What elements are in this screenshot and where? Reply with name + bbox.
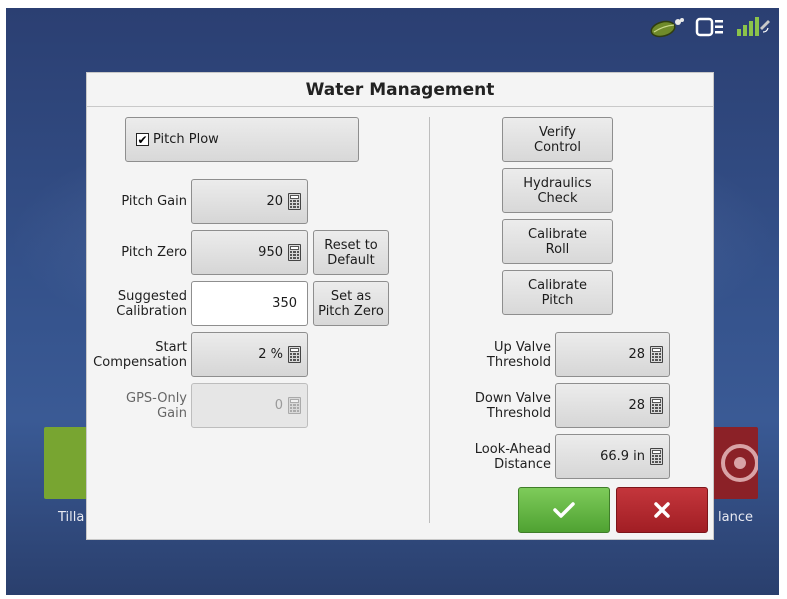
look-ahead-distance-label: Look-Ahead Distance [474, 442, 551, 472]
x-icon [654, 502, 670, 518]
hydraulics-check-button[interactable]: Hydraulics Check [502, 168, 613, 213]
pitch-plow-checkbox[interactable]: ✔ [136, 133, 149, 146]
start-compensation-value: 2 % [258, 347, 283, 362]
dialog-title: Water Management [87, 73, 713, 107]
down-valve-threshold-value: 28 [628, 398, 645, 413]
status-bar [649, 14, 771, 40]
cancel-button[interactable] [616, 487, 708, 533]
tillage-tile-label: Tilla [58, 510, 85, 525]
calculator-icon [288, 346, 301, 363]
water-management-dialog: Water Management ✔ Pitch Plow Pitch Gain… [86, 72, 714, 540]
reset-to-default-button[interactable]: Reset to Default [313, 230, 389, 275]
up-valve-threshold-label: Up Valve Threshold [486, 340, 551, 370]
calculator-icon [288, 397, 301, 414]
calibrate-pitch-button[interactable]: Calibrate Pitch [502, 270, 613, 315]
gps-only-gain-label: GPS-Only Gain [126, 391, 187, 421]
leaf-icon[interactable] [649, 16, 685, 38]
up-valve-threshold-value: 28 [628, 347, 645, 362]
calculator-icon [650, 397, 663, 414]
calculator-icon [288, 244, 301, 261]
column-divider [429, 117, 430, 523]
down-valve-threshold-label: Down Valve Threshold [474, 391, 551, 421]
guidance-tile[interactable] [710, 427, 759, 499]
pitch-zero-field[interactable]: 950 [191, 230, 308, 275]
tillage-tile[interactable] [44, 427, 90, 499]
calculator-icon [650, 346, 663, 363]
down-valve-threshold-field[interactable]: 28 [555, 383, 670, 428]
suggested-calibration-value: 350 [272, 296, 297, 311]
checkmark-icon [553, 502, 575, 518]
accept-button[interactable] [518, 487, 610, 533]
pitch-zero-label: Pitch Zero [121, 245, 187, 260]
suggested-calibration-label: Suggested Calibration [116, 289, 187, 319]
set-as-pitch-zero-button[interactable]: Set as Pitch Zero [313, 281, 389, 326]
up-valve-threshold-field[interactable]: 28 [555, 332, 670, 377]
gps-only-gain-value: 0 [274, 398, 283, 413]
start-compensation-field[interactable]: 2 % [191, 332, 308, 377]
pitch-zero-value: 950 [258, 245, 283, 260]
look-ahead-distance-field[interactable]: 66.9 in [555, 434, 670, 479]
suggested-calibration-field: 350 [191, 281, 308, 326]
gps-only-gain-field: 0 [191, 383, 308, 428]
look-ahead-distance-value: 66.9 in [600, 449, 645, 464]
gps-signal-icon[interactable] [735, 14, 771, 40]
pitch-gain-value: 20 [266, 194, 283, 209]
calibrate-roll-button[interactable]: Calibrate Roll [502, 219, 613, 264]
verify-control-button[interactable]: Verify Control [502, 117, 613, 162]
calculator-icon [288, 193, 301, 210]
start-compensation-label: Start Compensation [93, 340, 187, 370]
pitch-gain-label: Pitch Gain [121, 194, 187, 209]
display-device-icon[interactable] [695, 16, 725, 38]
guidance-tile-label: lance [718, 510, 753, 525]
pitch-plow-toggle[interactable]: ✔ Pitch Plow [125, 117, 359, 162]
pitch-gain-field[interactable]: 20 [191, 179, 308, 224]
pitch-plow-label: Pitch Plow [153, 132, 219, 147]
calculator-icon [650, 448, 663, 465]
